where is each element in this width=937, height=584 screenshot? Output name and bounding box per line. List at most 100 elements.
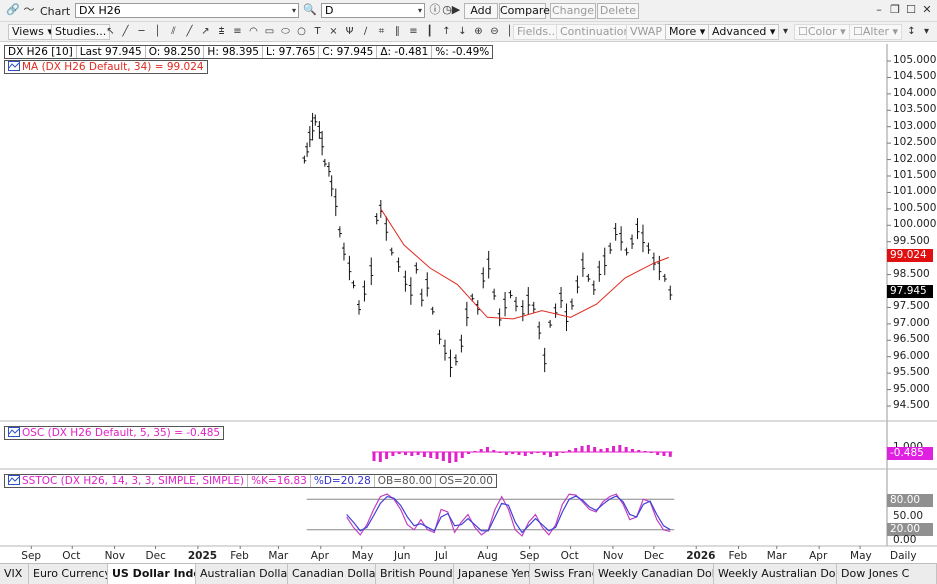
time-axis-tick: Sep [519,550,540,562]
time-axis-tick: Apr [310,550,329,562]
osc-bar [549,452,553,457]
interval-label[interactable]: Daily [890,550,917,562]
osc-bar [555,452,559,456]
price-axis-tick: 100.500 [893,201,937,214]
osc-bar [668,452,672,457]
plot-link-icon [8,61,20,71]
time-axis-tick: 2026 [686,550,716,562]
time-axis-tick: Apr [809,550,828,562]
osc-bar [391,452,395,456]
osc-bar [454,452,458,462]
price-axis-tick: 104.500 [893,70,937,83]
price-axis-tick: 94.500 [893,399,930,411]
osc-bar [460,452,464,458]
plot-link-icon [8,427,20,437]
time-axis-tick: Aug [477,550,498,562]
time-axis-tick: Feb [230,550,249,562]
osc-bar [485,447,489,452]
osc-bar [410,452,414,456]
sstoc-axis-tick: 0.00 [893,534,917,546]
time-axis-tick: Nov [104,550,126,562]
quote-close: C: 97.945 [319,46,378,58]
quote-last: Last 97.945 [77,46,146,58]
osc-bar [378,452,382,462]
time-axis-tick: Feb [728,550,748,562]
osc-bar [372,452,376,461]
osc-bar [662,452,666,456]
chart-tab[interactable]: Canadian Dollar [288,564,376,584]
time-axis-tick: Jun [394,550,411,562]
time-axis-tick: Dec [643,550,665,562]
sstoc-k: %K=16.83 [248,475,311,487]
sstoc-d: %D=20.28 [311,475,375,487]
time-axis-tick: May [351,550,374,562]
price-axis-tick: 96.000 [893,349,930,362]
time-axis-tick: 2025 [187,550,218,562]
osc-label: OSC (DX H26 Default, 5, 35) = -0.485 [22,427,221,439]
chart-tab[interactable]: Dow Jones C [837,564,937,584]
osc-bar [624,447,628,452]
time-axis-tick: Mar [268,550,289,562]
time-axis-tick: Dec [145,550,166,562]
chart-tab[interactable]: Weekly Canadian Dollar [594,564,714,584]
price-axis-tick: 95.000 [893,382,930,395]
price-axis-tick: 98.500 [893,267,930,280]
osc-bar [586,445,590,452]
price-axis-tick: 96.500 [893,333,930,346]
chart-tab[interactable]: VIX [0,564,29,584]
chart-tab[interactable]: British Pound [376,564,454,584]
price-axis-tick: 95.500 [893,366,930,379]
sstoc-label: SSTOC (DX H26, 14, 3, 3, SIMPLE, SIMPLE) [22,475,245,487]
ma-label: MA (DX H26 Default, 34) = 99.024 [22,61,204,73]
ohlc-bars [302,112,673,378]
chart-tab[interactable]: Swiss Franc [530,564,594,584]
osc-bar [441,452,445,461]
ma-legend[interactable]: MA (DX H26 Default, 34) = 99.024 [4,60,208,74]
chart-tab-bar: VIXEuro CurrencyUS Dollar IndexAustralia… [0,563,937,584]
time-axis-tick: Jul [435,550,448,562]
osc-bar [574,448,578,452]
price-axis-tick: 102.500 [893,136,937,149]
time-axis-tick: Oct [62,550,81,562]
sstoc-legend[interactable]: SSTOC (DX H26, 14, 3, 3, SIMPLE, SIMPLE)… [4,474,497,488]
osc-bar [385,452,389,459]
osc-value-tag: -0.485 [887,447,933,460]
chart-tab[interactable]: US Dollar Index [108,564,196,584]
sstoc-axis-tick: 50.00 [893,510,924,522]
time-axis-tick: Nov [602,550,624,562]
time-axis-tick: Oct [560,550,579,562]
sstoc-ob: OB=80.00 [375,475,437,487]
sstoc-os: OS=20.00 [439,475,493,487]
osc-bar [422,452,426,457]
price-axis-tick: 104.000 [893,86,937,99]
price-axis-tick: 100.000 [893,218,937,231]
price-axis-tick: 103.000 [893,119,937,132]
chart-tab[interactable]: Japanese Yen [454,564,530,584]
osc-bar [605,448,609,452]
chart-tab[interactable]: Australian Dollar [196,564,288,584]
osc-bar [612,446,616,452]
plot-link-icon [8,475,20,485]
chart-tab[interactable]: Euro Currency [29,564,108,584]
price-axis-tick: 101.000 [893,185,937,198]
ma-price-tag: 99.024 [887,249,933,262]
quote-open: O: 98.250 [146,46,205,58]
osc-legend[interactable]: OSC (DX H26 Default, 5, 35) = -0.485 [4,426,225,440]
price-chart[interactable] [0,0,937,584]
price-axis-tick: 99.500 [893,234,930,247]
chart-tab[interactable]: Weekly Australian Dollar [714,564,837,584]
quote-pct: %: -0.49% [435,46,490,58]
time-axis-tick: Sep [21,550,42,562]
osc-bar [593,447,597,452]
price-axis-tick: 97.000 [893,316,930,329]
osc-bar [448,452,452,463]
price-axis-tick: 97.500 [893,300,930,313]
time-axis-tick: May [850,550,872,562]
quote-low: L: 97.765 [263,46,320,58]
osc-bar [429,452,433,458]
time-axis-tick: Mar [766,550,787,562]
last-price-tag: 97.945 [887,285,933,298]
quote-change: Δ: -0.481 [377,46,433,58]
osc-bar [523,452,527,456]
quote-symbol: DX H26 [10] [5,46,77,58]
